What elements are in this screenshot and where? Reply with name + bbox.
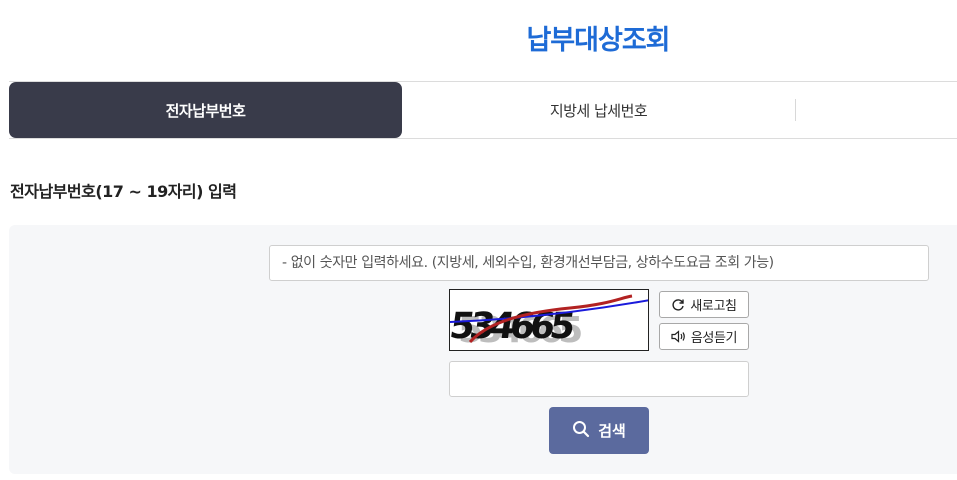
section-heading: 전자납부번호(17 ~ 19자리) 입력 xyxy=(10,182,237,201)
captcha-audio-label: 음성듣기 xyxy=(690,331,738,346)
captcha-image: 534665 534665 xyxy=(449,289,649,351)
captcha-graphic: 534665 534665 xyxy=(450,294,648,350)
tab-local-tax-number[interactable]: 지방세 납세번호 xyxy=(402,82,795,138)
captcha-audio-button[interactable]: 음성듣기 xyxy=(659,323,749,350)
search-button[interactable]: 검색 xyxy=(549,407,649,454)
tab-divider xyxy=(795,99,796,121)
tab-electronic-payment-number[interactable]: 전자납부번호 xyxy=(9,82,402,138)
search-button-label: 검색 xyxy=(598,422,626,440)
captcha-refresh-button[interactable]: 새로고침 xyxy=(659,291,749,318)
payment-number-input[interactable] xyxy=(269,245,929,281)
speaker-icon xyxy=(671,330,686,343)
page: 납부대상조회 전자납부번호 지방세 납세번호 전자납부번호(17 ~ 19자리)… xyxy=(0,0,957,480)
tab-bar: 전자납부번호 지방세 납세번호 xyxy=(9,81,957,139)
search-icon xyxy=(572,420,590,442)
captcha-refresh-label: 새로고침 xyxy=(690,299,737,314)
refresh-icon xyxy=(671,298,685,312)
page-title: 납부대상조회 xyxy=(526,25,670,56)
captcha-answer-input[interactable] xyxy=(449,361,749,397)
